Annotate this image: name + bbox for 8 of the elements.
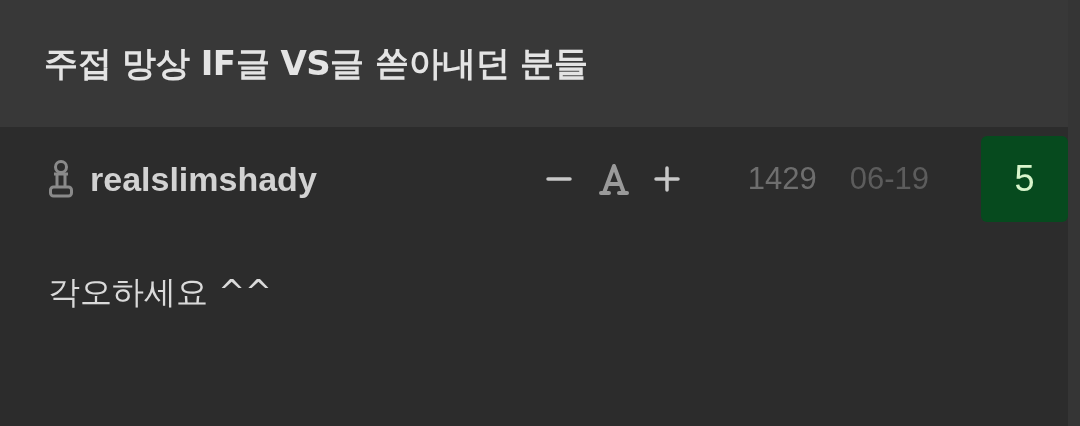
comment-text: 각오하세요 ^^: [48, 272, 273, 313]
font-size-icon[interactable]: [597, 163, 630, 195]
plus-icon[interactable]: [653, 166, 680, 192]
pawn-icon: [48, 159, 74, 199]
score-badge: 5: [981, 136, 1068, 222]
author-name[interactable]: realslimshady: [90, 159, 317, 199]
post-title: 주접 망상 IF글 VS글 쏟아내던 분들: [44, 41, 588, 85]
view-count: 1429: [747, 161, 817, 197]
